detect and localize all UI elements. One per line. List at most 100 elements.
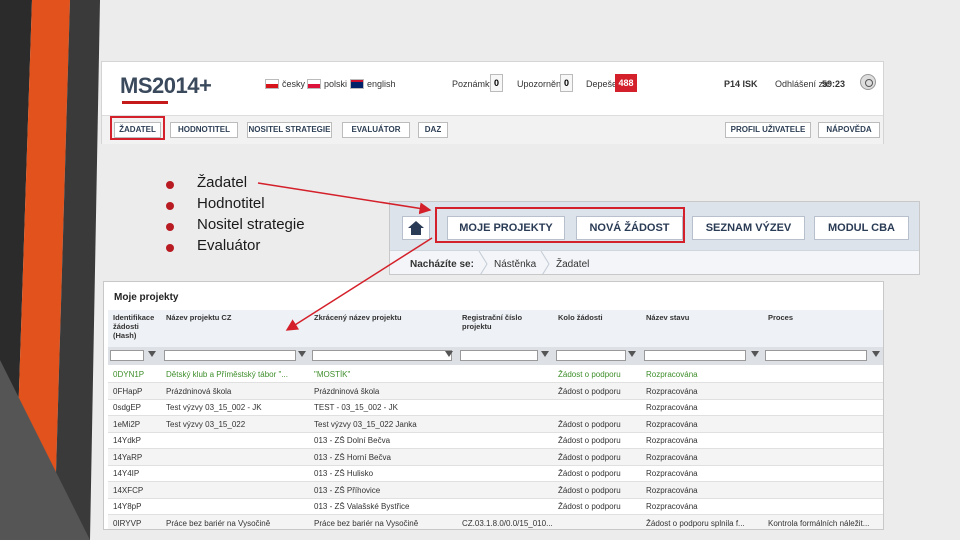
lang-en[interactable]: english [350, 79, 396, 89]
cell-state: Rozpracována [646, 436, 698, 445]
filter-input[interactable] [556, 350, 626, 361]
messages-count[interactable]: 488 [615, 74, 637, 92]
nav-hodnotitel[interactable]: HODNOTITEL [170, 122, 238, 138]
cell-short-name: Test výzvy 03_15_022 Janka [314, 419, 417, 429]
applicant-nav-bar: MOJE PROJEKTY NOVÁ ŽÁDOST SEZNAM VÝZEV M… [390, 202, 919, 250]
cell-state: Rozpracována [646, 419, 698, 429]
lang-en-label: english [367, 79, 396, 89]
cell-short-name: 013 - ZŠ Horní Bečva [314, 452, 391, 462]
bullet-text: Nositel strategie [197, 216, 305, 233]
filter-input[interactable] [312, 350, 452, 361]
col-header-short-name[interactable]: Zkrácený název projektu [314, 313, 454, 322]
cell-state: Rozpracována [646, 469, 698, 478]
cell-hash: 0sdgEP [113, 403, 142, 412]
cell-hash: 14XFCP [113, 485, 144, 495]
cell-hash: 0DYN1P [113, 370, 145, 379]
cell-round: Žádost o podporu [558, 370, 621, 379]
nav-seznam-vyzev[interactable]: SEZNAM VÝZEV [692, 216, 805, 240]
notes-label[interactable]: Poznámky [452, 79, 494, 89]
filter-icon[interactable] [628, 351, 636, 357]
col-header-round[interactable]: Kolo žádosti [558, 313, 638, 322]
cell-state: Rozpracována [646, 403, 698, 412]
notes-count[interactable]: 0 [490, 74, 503, 92]
cell-name-cz: Test výzvy 03_15_022 [166, 419, 246, 429]
filter-icon[interactable] [872, 351, 880, 357]
bullet-text: Hodnotitel [197, 195, 265, 212]
alerts-label[interactable]: Upozornění [517, 79, 564, 89]
bullet-text: Žadatel [197, 174, 248, 191]
cell-state: Žádost o podporu splnila f... [646, 518, 745, 528]
filter-input[interactable] [164, 350, 296, 361]
table-row[interactable]: 0sdgEP Test výzvy 03_15_002 - JK TEST - 03… [108, 399, 883, 416]
filter-input[interactable] [765, 350, 867, 361]
cell-short-name: 013 - ZŠ Hulisko [314, 469, 374, 478]
nav-evaluator[interactable]: EVALUÁTOR [342, 122, 410, 138]
table-row[interactable]: 14XFCP 013 - ZŠ Příhovice Žádost o podporu… [108, 481, 883, 499]
table-header: Identifikace žádosti (Hash) Název projek… [108, 310, 883, 348]
filter-icon[interactable] [445, 351, 453, 357]
col-header-process[interactable]: Proces [768, 313, 868, 322]
top-nav-bar: ŽADATEL HODNOTITEL NOSITEL STRATEGIE EVA… [102, 115, 883, 144]
lang-cz[interactable]: česky [265, 79, 305, 89]
cell-name-cz: Prázdninová škola [166, 386, 232, 396]
filter-input[interactable] [460, 350, 538, 361]
nav-modul-cba[interactable]: MODUL CBA [814, 216, 909, 240]
table-row[interactable]: 0IRYVP Práce bez bariér na Vysočině Práce … [108, 514, 883, 529]
home-button[interactable] [402, 216, 430, 240]
col-header-reg-number[interactable]: Registrační číslo projektu [462, 313, 544, 331]
lang-cz-label: česky [282, 79, 306, 89]
cell-round: Žádost o podporu [558, 452, 621, 462]
table-row[interactable]: 14YdkP 013 - ZŠ Dolní Bečva Žádost o podpo… [108, 432, 883, 449]
polish-flag-icon [307, 79, 321, 89]
table-title: Moje projekty [114, 292, 179, 303]
nav-daz[interactable]: DAZ [418, 122, 448, 138]
filter-input[interactable] [644, 350, 746, 361]
cell-name-cz: Test výzvy 03_15_002 - JK [166, 403, 262, 412]
bullet-dot [166, 244, 174, 252]
bullet-text: Evaluátor [197, 237, 261, 254]
filter-icon[interactable] [541, 351, 549, 357]
lang-pl-label: polski [324, 79, 348, 89]
cell-state: Rozpracována [646, 452, 698, 462]
lang-pl[interactable]: polski [307, 79, 347, 89]
breadcrumb: Nacházíte se: Nástěnka Žadatel [390, 250, 919, 274]
breadcrumb-item-nastenka[interactable]: Nástěnka [494, 259, 536, 270]
table-row[interactable]: 14Y8pP 013 - ZŠ Valašské Bystřice Žádost o… [108, 498, 883, 515]
table-row[interactable]: 14Y4IP 013 - ZŠ Hulisko Žádost o podporu Ro… [108, 465, 883, 482]
nav-nositel-strategie[interactable]: NOSITEL STRATEGIE [247, 122, 332, 138]
col-header-name-cz[interactable]: Název projektu CZ [166, 313, 306, 322]
filter-row [108, 347, 883, 365]
breadcrumb-item-zadatel[interactable]: Žadatel [556, 259, 589, 270]
nav-napoveda[interactable]: NÁPOVĚDA [818, 122, 880, 138]
my-projects-screenshot: Moje projekty Identifikace žádosti (Hash… [103, 281, 884, 530]
cell-state: Rozpracována [646, 502, 698, 511]
cell-short-name: TEST - 03_15_002 - JK [314, 403, 398, 412]
alerts-count[interactable]: 0 [560, 74, 573, 92]
filter-icon[interactable] [148, 351, 156, 357]
nav-profil-uzivatele[interactable]: PROFIL UŽIVATELE [725, 122, 811, 138]
table-row[interactable]: 14YaRP 013 - ZŠ Horní Bečva Žádost o podpo… [108, 448, 883, 466]
cell-short-name: "MOSTÍK" [314, 370, 351, 379]
cell-name-cz: Práce bez bariér na Vysočině [166, 518, 271, 528]
filter-input[interactable] [110, 350, 144, 361]
user-name: P14 ISK [724, 79, 758, 89]
breadcrumb-separator-icon [540, 251, 550, 274]
cell-round: Žádost o podporu [558, 419, 621, 429]
table-row[interactable]: 0FHapP Prázdninová škola Prázdninová škola… [108, 382, 883, 400]
col-header-state[interactable]: Název stavu [646, 313, 756, 322]
cell-state: Rozpracována [646, 386, 698, 396]
nav-highlight-frame [435, 207, 685, 243]
messages-label[interactable]: Depeše [586, 79, 617, 89]
cell-round: Žádost o podporu [558, 436, 621, 445]
filter-icon[interactable] [751, 351, 759, 357]
cell-hash: 0IRYVP [113, 518, 142, 528]
table-row[interactable]: 1eMi2P Test výzvy 03_15_022 Test výzvy 03_… [108, 415, 883, 433]
col-header-hash[interactable]: Identifikace žádosti (Hash) [113, 313, 161, 340]
cell-round: Žádost o podporu [558, 485, 621, 495]
table-row[interactable]: 0DYN1P Dětský klub a Příměstský tábor "..… [108, 366, 883, 383]
breadcrumb-separator-icon [478, 251, 488, 274]
applicant-nav-screenshot: MOJE PROJEKTY NOVÁ ŽÁDOST SEZNAM VÝZEV M… [389, 201, 920, 275]
power-icon[interactable] [860, 74, 876, 90]
filter-icon[interactable] [298, 351, 306, 357]
ms2014-header-screenshot: MS2014+ česky polski english Poznámky 0 … [101, 61, 884, 144]
